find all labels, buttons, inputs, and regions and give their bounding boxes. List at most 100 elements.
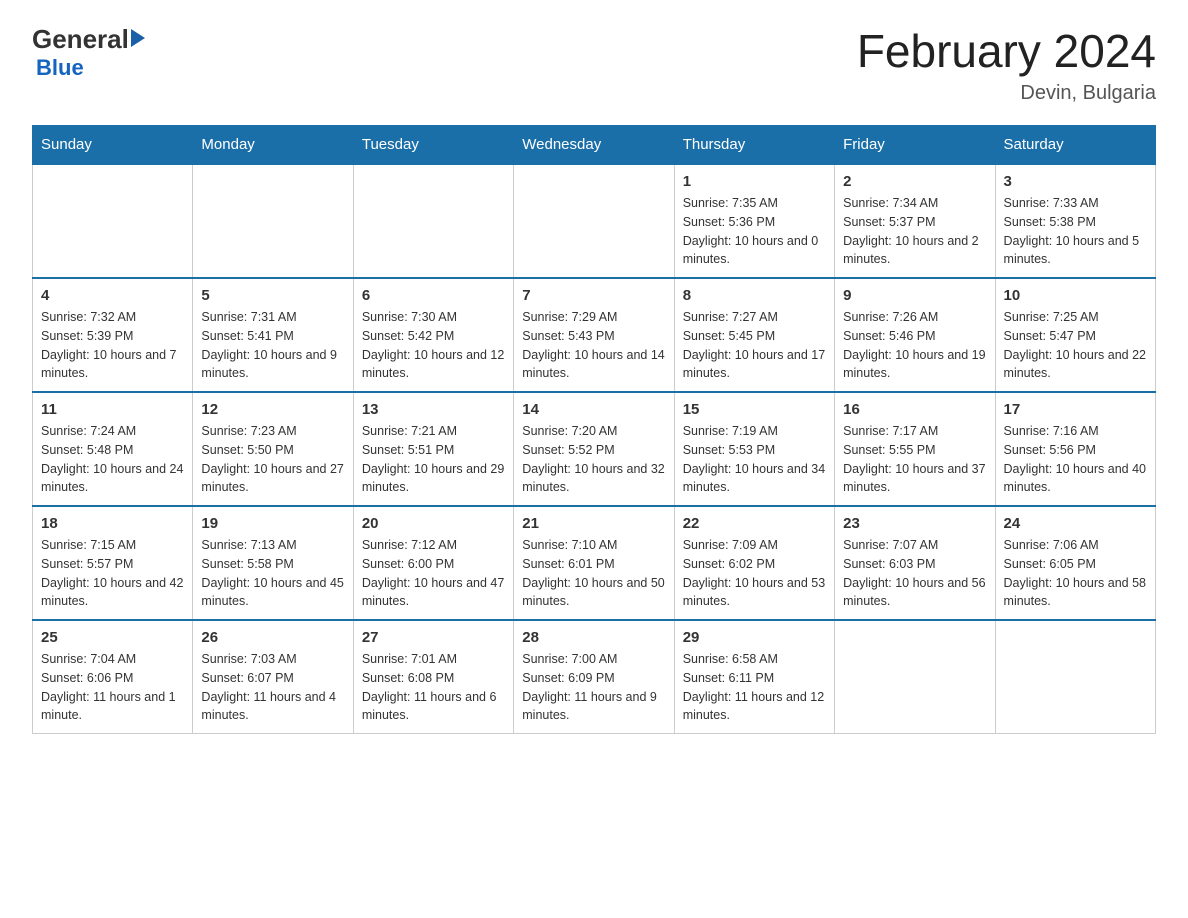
day-info: Sunrise: 7:30 AM Sunset: 5:42 PM Dayligh…: [362, 308, 505, 383]
day-number: 24: [1004, 515, 1147, 532]
calendar-cell: 27 Sunrise: 7:01 AM Sunset: 6:08 PM Dayli…: [353, 620, 513, 734]
calendar-week-1: 1Sunrise: 7:35 AM Sunset: 5:36 PM Daylig…: [33, 164, 1156, 278]
day-number: 11: [41, 401, 184, 418]
day-number: 15: [683, 401, 826, 418]
day-number: 28: [522, 629, 665, 646]
calendar-cell: 13Sunrise: 7:21 AM Sunset: 5:51 PM Dayli…: [353, 392, 513, 506]
day-number: 25: [41, 629, 184, 646]
day-number: 23: [843, 515, 986, 532]
calendar-cell: 16 Sunrise: 7:17 AM Sunset: 5:55 PM Dayli…: [835, 392, 995, 506]
calendar-cell: 10 Sunrise: 7:25 AM Sunset: 5:47 PM Dayli…: [995, 278, 1155, 392]
day-number: 21: [522, 515, 665, 532]
day-number: 29: [683, 629, 826, 646]
day-number: 2: [843, 173, 986, 190]
calendar-week-5: 25 Sunrise: 7:04 AM Sunset: 6:06 PM Dayli…: [33, 620, 1156, 734]
calendar-table: SundayMondayTuesdayWednesdayThursdayFrid…: [32, 125, 1156, 734]
calendar-cell: 12Sunrise: 7:23 AM Sunset: 5:50 PM Dayli…: [193, 392, 353, 506]
day-info: Sunrise: 7:04 AM Sunset: 6:06 PM Dayligh…: [41, 650, 184, 725]
calendar-cell: 4 Sunrise: 7:32 AM Sunset: 5:39 PM Daylig…: [33, 278, 193, 392]
day-header-saturday: Saturday: [995, 126, 1155, 165]
day-info: Sunrise: 7:15 AM Sunset: 5:57 PM Dayligh…: [41, 536, 184, 611]
logo-blue: Blue: [36, 55, 84, 81]
calendar-cell: 8 Sunrise: 7:27 AM Sunset: 5:45 PM Daylig…: [674, 278, 834, 392]
calendar-cell: 29 Sunrise: 6:58 AM Sunset: 6:11 PM Dayli…: [674, 620, 834, 734]
calendar-cell: [193, 164, 353, 278]
day-info: Sunrise: 7:24 AM Sunset: 5:48 PM Dayligh…: [41, 422, 184, 497]
calendar-cell: [995, 620, 1155, 734]
calendar-header-row: SundayMondayTuesdayWednesdayThursdayFrid…: [33, 126, 1156, 165]
day-number: 6: [362, 287, 505, 304]
day-info: Sunrise: 7:29 AM Sunset: 5:43 PM Dayligh…: [522, 308, 665, 383]
day-number: 16: [843, 401, 986, 418]
calendar-cell: 6 Sunrise: 7:30 AM Sunset: 5:42 PM Daylig…: [353, 278, 513, 392]
calendar-cell: 17 Sunrise: 7:16 AM Sunset: 5:56 PM Dayli…: [995, 392, 1155, 506]
day-info: Sunrise: 7:31 AM Sunset: 5:41 PM Dayligh…: [201, 308, 344, 383]
calendar-cell: 14 Sunrise: 7:20 AM Sunset: 5:52 PM Dayli…: [514, 392, 674, 506]
day-number: 8: [683, 287, 826, 304]
calendar-cell: 5 Sunrise: 7:31 AM Sunset: 5:41 PM Daylig…: [193, 278, 353, 392]
day-header-sunday: Sunday: [33, 126, 193, 165]
calendar-title: February 2024: [857, 24, 1156, 78]
day-info: Sunrise: 7:17 AM Sunset: 5:55 PM Dayligh…: [843, 422, 986, 497]
calendar-week-4: 18 Sunrise: 7:15 AM Sunset: 5:57 PM Dayli…: [33, 506, 1156, 620]
calendar-cell: [33, 164, 193, 278]
day-info: Sunrise: 7:12 AM Sunset: 6:00 PM Dayligh…: [362, 536, 505, 611]
day-info: Sunrise: 7:25 AM Sunset: 5:47 PM Dayligh…: [1004, 308, 1147, 383]
calendar-cell: 28Sunrise: 7:00 AM Sunset: 6:09 PM Dayli…: [514, 620, 674, 734]
day-info: Sunrise: 7:13 AM Sunset: 5:58 PM Dayligh…: [201, 536, 344, 611]
logo-triangle-icon: [131, 29, 145, 47]
day-header-monday: Monday: [193, 126, 353, 165]
day-number: 14: [522, 401, 665, 418]
day-number: 10: [1004, 287, 1147, 304]
day-info: Sunrise: 7:32 AM Sunset: 5:39 PM Dayligh…: [41, 308, 184, 383]
day-number: 20: [362, 515, 505, 532]
day-info: Sunrise: 6:58 AM Sunset: 6:11 PM Dayligh…: [683, 650, 826, 725]
calendar-cell: 23 Sunrise: 7:07 AM Sunset: 6:03 PM Dayli…: [835, 506, 995, 620]
calendar-location: Devin, Bulgaria: [857, 82, 1156, 105]
day-number: 12: [201, 401, 344, 418]
calendar-cell: [353, 164, 513, 278]
calendar-cell: 19 Sunrise: 7:13 AM Sunset: 5:58 PM Dayli…: [193, 506, 353, 620]
calendar-cell: 2Sunrise: 7:34 AM Sunset: 5:37 PM Daylig…: [835, 164, 995, 278]
logo: General Blue: [32, 24, 145, 81]
day-info: Sunrise: 7:09 AM Sunset: 6:02 PM Dayligh…: [683, 536, 826, 611]
day-info: Sunrise: 7:10 AM Sunset: 6:01 PM Dayligh…: [522, 536, 665, 611]
page-header: General Blue February 2024 Devin, Bulgar…: [32, 24, 1156, 105]
calendar-cell: [835, 620, 995, 734]
calendar-cell: 3Sunrise: 7:33 AM Sunset: 5:38 PM Daylig…: [995, 164, 1155, 278]
calendar-cell: 9 Sunrise: 7:26 AM Sunset: 5:46 PM Daylig…: [835, 278, 995, 392]
day-info: Sunrise: 7:21 AM Sunset: 5:51 PM Dayligh…: [362, 422, 505, 497]
day-number: 5: [201, 287, 344, 304]
calendar-cell: 21 Sunrise: 7:10 AM Sunset: 6:01 PM Dayli…: [514, 506, 674, 620]
day-info: Sunrise: 7:35 AM Sunset: 5:36 PM Dayligh…: [683, 194, 826, 269]
calendar-cell: 25 Sunrise: 7:04 AM Sunset: 6:06 PM Dayli…: [33, 620, 193, 734]
day-number: 9: [843, 287, 986, 304]
day-info: Sunrise: 7:07 AM Sunset: 6:03 PM Dayligh…: [843, 536, 986, 611]
day-info: Sunrise: 7:27 AM Sunset: 5:45 PM Dayligh…: [683, 308, 826, 383]
logo-general: General: [32, 24, 129, 55]
calendar-cell: 20 Sunrise: 7:12 AM Sunset: 6:00 PM Dayli…: [353, 506, 513, 620]
day-info: Sunrise: 7:16 AM Sunset: 5:56 PM Dayligh…: [1004, 422, 1147, 497]
day-number: 19: [201, 515, 344, 532]
day-info: Sunrise: 7:26 AM Sunset: 5:46 PM Dayligh…: [843, 308, 986, 383]
day-number: 17: [1004, 401, 1147, 418]
day-number: 22: [683, 515, 826, 532]
day-header-wednesday: Wednesday: [514, 126, 674, 165]
day-number: 4: [41, 287, 184, 304]
day-info: Sunrise: 7:20 AM Sunset: 5:52 PM Dayligh…: [522, 422, 665, 497]
day-number: 18: [41, 515, 184, 532]
day-info: Sunrise: 7:03 AM Sunset: 6:07 PM Dayligh…: [201, 650, 344, 725]
day-header-tuesday: Tuesday: [353, 126, 513, 165]
day-header-thursday: Thursday: [674, 126, 834, 165]
calendar-week-2: 4 Sunrise: 7:32 AM Sunset: 5:39 PM Daylig…: [33, 278, 1156, 392]
calendar-cell: 1Sunrise: 7:35 AM Sunset: 5:36 PM Daylig…: [674, 164, 834, 278]
day-header-friday: Friday: [835, 126, 995, 165]
title-section: February 2024 Devin, Bulgaria: [857, 24, 1156, 105]
day-info: Sunrise: 7:19 AM Sunset: 5:53 PM Dayligh…: [683, 422, 826, 497]
calendar-cell: 22 Sunrise: 7:09 AM Sunset: 6:02 PM Dayli…: [674, 506, 834, 620]
calendar-cell: 11 Sunrise: 7:24 AM Sunset: 5:48 PM Dayli…: [33, 392, 193, 506]
calendar-cell: 18 Sunrise: 7:15 AM Sunset: 5:57 PM Dayli…: [33, 506, 193, 620]
day-number: 27: [362, 629, 505, 646]
day-info: Sunrise: 7:01 AM Sunset: 6:08 PM Dayligh…: [362, 650, 505, 725]
day-info: Sunrise: 7:33 AM Sunset: 5:38 PM Dayligh…: [1004, 194, 1147, 269]
